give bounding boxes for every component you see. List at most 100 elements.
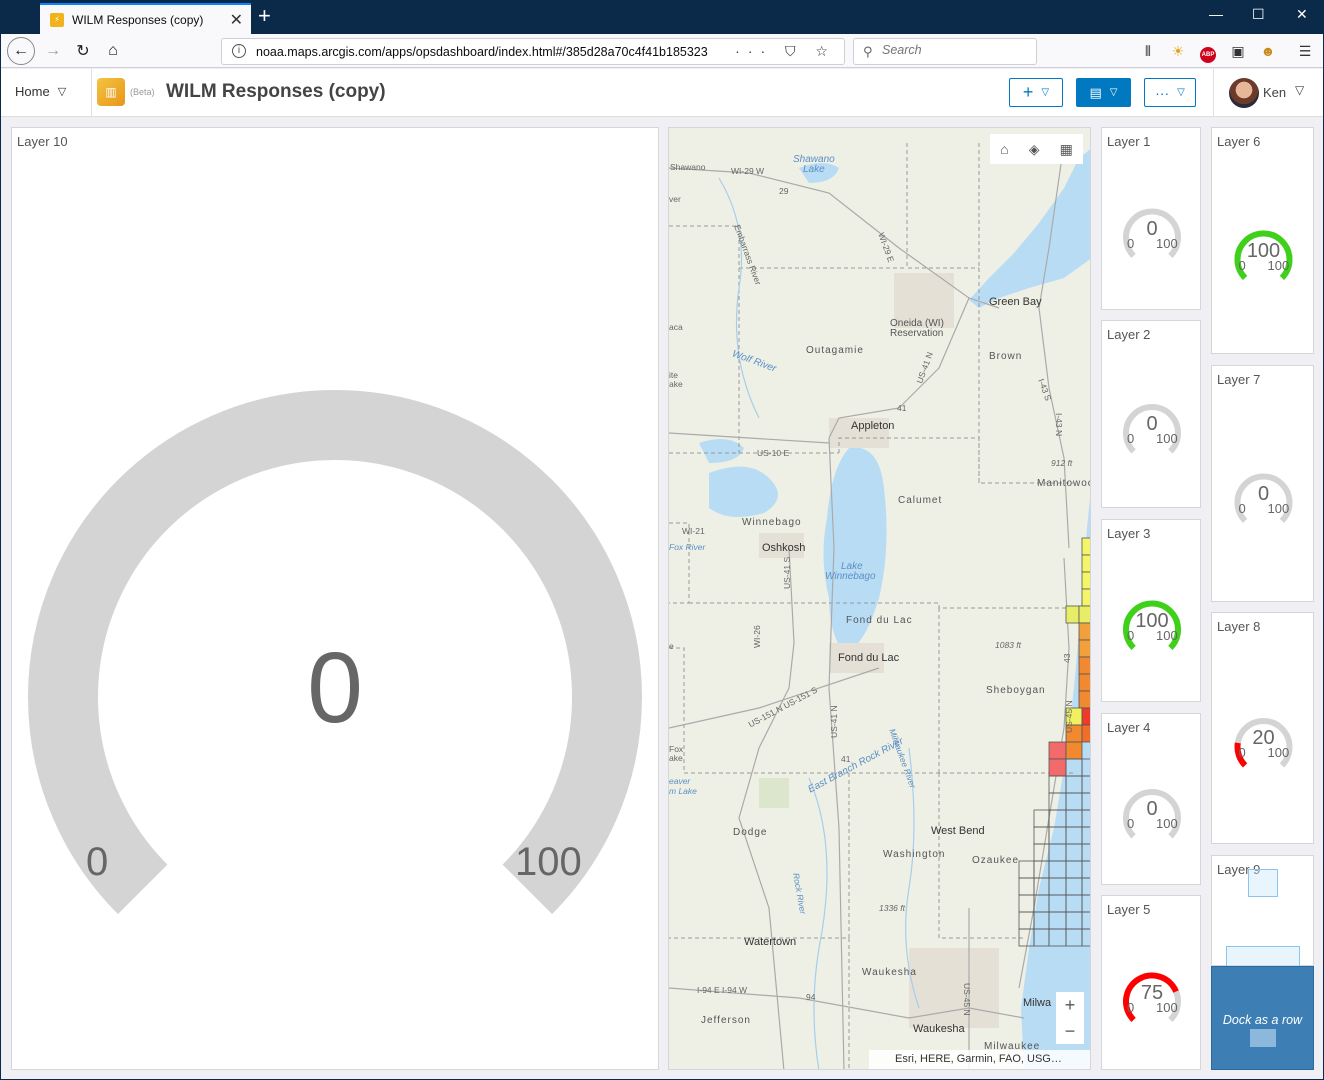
add-element-button[interactable]: + ▽ xyxy=(1009,78,1063,107)
map-label: aca xyxy=(669,322,683,332)
map-label: Watertown xyxy=(744,936,797,948)
sidebar-icon[interactable]: ▣ xyxy=(1229,43,1247,59)
browser-tab[interactable]: ⚡ WILM Responses (copy) ✕ xyxy=(40,3,251,34)
app-favicon-icon: ⚡ xyxy=(50,12,64,27)
adblock-icon[interactable]: ABP xyxy=(1200,47,1216,63)
map-label: Winnebago xyxy=(825,571,876,582)
map-label: WI-21 xyxy=(682,526,705,536)
window-close-icon[interactable]: ✕ xyxy=(1296,6,1308,23)
qr-icon[interactable]: ▦ xyxy=(1060,141,1073,158)
gauge-min: 0 xyxy=(1127,999,1135,1015)
main-gauge-svg xyxy=(28,390,642,915)
map-label: Shawano xyxy=(670,162,706,172)
gauge-value: 20 xyxy=(1252,727,1275,749)
menu-icon[interactable]: ☰ xyxy=(1296,43,1314,59)
maximize-icon[interactable]: ☐ xyxy=(1252,6,1265,23)
avatar[interactable] xyxy=(1229,78,1259,108)
save-button[interactable]: ▤ ▽ xyxy=(1076,78,1131,107)
dashboard-logo-icon: ▥ xyxy=(97,78,125,106)
new-tab-icon[interactable]: + xyxy=(258,4,271,28)
user-name[interactable]: Ken xyxy=(1263,85,1286,100)
zoom-in-icon[interactable]: + xyxy=(1065,995,1076,1016)
map-label: Milwa xyxy=(1023,997,1052,1009)
map-label: US-41 S xyxy=(782,556,792,589)
minimize-icon[interactable]: — xyxy=(1209,6,1223,22)
divider xyxy=(91,69,92,117)
gauge-min: 0 xyxy=(1127,627,1135,643)
map-label: Calumet xyxy=(898,495,943,506)
gauge-min: 0 xyxy=(1127,816,1135,831)
map-label: Jefferson xyxy=(701,1015,751,1026)
chevron-down-icon[interactable]: ▽ xyxy=(1295,83,1304,97)
zoom-out-icon[interactable]: − xyxy=(1065,1021,1076,1042)
map-label: 29 xyxy=(779,186,789,196)
gauge-min: 0 xyxy=(1127,431,1135,446)
dock-as-row-target[interactable]: Dock as a row xyxy=(1211,966,1314,1070)
gauge-min: 0 xyxy=(1238,500,1246,516)
home-icon[interactable]: ⌂ xyxy=(101,39,125,63)
map-label: 43 xyxy=(1062,653,1072,663)
gauge-panel-layer-7[interactable]: Layer 7 0 0 100 xyxy=(1211,365,1314,602)
map-label: 1336 ft xyxy=(879,903,905,913)
map-label: Dodge xyxy=(733,827,768,838)
reload-icon[interactable]: ↻ xyxy=(71,39,95,63)
gauge-value: 100 xyxy=(1135,609,1169,632)
gauge-panel-layer-8[interactable]: Layer 8 20 0 100 xyxy=(1211,612,1314,844)
site-info-icon[interactable]: i xyxy=(232,44,246,58)
gauge-panel-layer-6[interactable]: Layer 6 100 0 100 xyxy=(1211,127,1314,354)
page-actions-icon[interactable]: ··· ⛉ ☆ xyxy=(735,43,836,60)
map-label: m Lake xyxy=(669,786,697,796)
green-bay-water xyxy=(969,149,1090,308)
library-icon[interactable]: ⫴ xyxy=(1139,43,1157,59)
map-view[interactable]: Shawano Shawano Lake WI-29 W 29 Embarras… xyxy=(668,127,1091,1070)
gauge-panel-layer-10[interactable]: Layer 10 0 0 100 xyxy=(11,127,659,1070)
url-bar[interactable]: i noaa.maps.arcgis.com/apps/opsdashboard… xyxy=(221,38,845,65)
tab-close-icon[interactable]: ✕ xyxy=(230,10,243,30)
map-label: eaver xyxy=(669,776,691,786)
url-text[interactable]: noaa.maps.arcgis.com/apps/opsdashboard/i… xyxy=(256,45,736,59)
search-bar[interactable]: ⚲ xyxy=(853,38,1037,65)
map-label: West Bend xyxy=(931,825,985,837)
gauge-min: 0 xyxy=(86,840,109,884)
extension-icon[interactable]: ☻ xyxy=(1259,43,1277,59)
gauge-panel-layer-2[interactable]: Layer 2 0 0 100 xyxy=(1101,320,1201,508)
browser-window: ⚡ WILM Responses (copy) ✕ + — ☐ ✕ ← → ↻ … xyxy=(1,0,1323,1079)
back-icon[interactable]: ← xyxy=(7,37,35,65)
gauge-panel-layer-5[interactable]: Layer 5 75 0 100 xyxy=(1101,895,1201,1070)
search-input[interactable] xyxy=(882,43,1032,57)
gauge-panel-layer-3[interactable]: Layer 3 100 0 100 xyxy=(1101,519,1201,702)
beta-label: (Beta) xyxy=(130,87,155,97)
home-label: Home xyxy=(15,84,50,99)
app-header: Home ▽ ▥ (Beta) WILM Responses (copy) + … xyxy=(1,69,1323,117)
map-label: Waukesha xyxy=(862,967,917,978)
drag-ghost xyxy=(1248,869,1278,897)
forward-icon[interactable]: → xyxy=(41,39,65,63)
map-label: ake xyxy=(669,753,683,763)
map-label: Reservation xyxy=(890,328,944,339)
map-label: Fond du Lac xyxy=(838,652,900,664)
gauge-panel-layer-4[interactable]: Layer 4 0 0 100 xyxy=(1101,713,1201,885)
home-icon[interactable]: ⌂ xyxy=(1000,141,1008,157)
map-label: 1083 ft xyxy=(995,640,1021,650)
lake-poygan-water xyxy=(699,439,744,463)
chevron-down-icon: ▽ xyxy=(1177,87,1185,98)
chevron-down-icon: ▽ xyxy=(57,86,67,98)
map-label: WI-29 W xyxy=(731,166,765,176)
map-label: Fond du Lac xyxy=(846,615,913,626)
gauge-max: 100 xyxy=(1156,235,1178,251)
home-menu[interactable]: Home ▽ xyxy=(15,84,66,99)
gauge-max: 100 xyxy=(1267,257,1290,273)
map-label: Waukesha xyxy=(913,1023,965,1035)
dock-marker xyxy=(1250,1029,1276,1047)
layers-icon[interactable]: ◈ xyxy=(1029,141,1040,158)
weather-icon[interactable]: ☀ xyxy=(1169,43,1187,59)
map-label: ake xyxy=(669,379,683,389)
gauge-max: 100 xyxy=(1156,627,1178,643)
gauge-max: 100 xyxy=(1267,745,1290,760)
gauge-value: 0 xyxy=(1146,798,1158,820)
gauge-panel-layer-1[interactable]: Layer 1 0 0 100 xyxy=(1101,127,1201,310)
zoom-control: + − xyxy=(1056,992,1084,1044)
map-label: ver xyxy=(669,194,681,204)
more-options-button[interactable]: ··· ▽ xyxy=(1144,78,1196,107)
map-label: 41 xyxy=(897,403,907,413)
